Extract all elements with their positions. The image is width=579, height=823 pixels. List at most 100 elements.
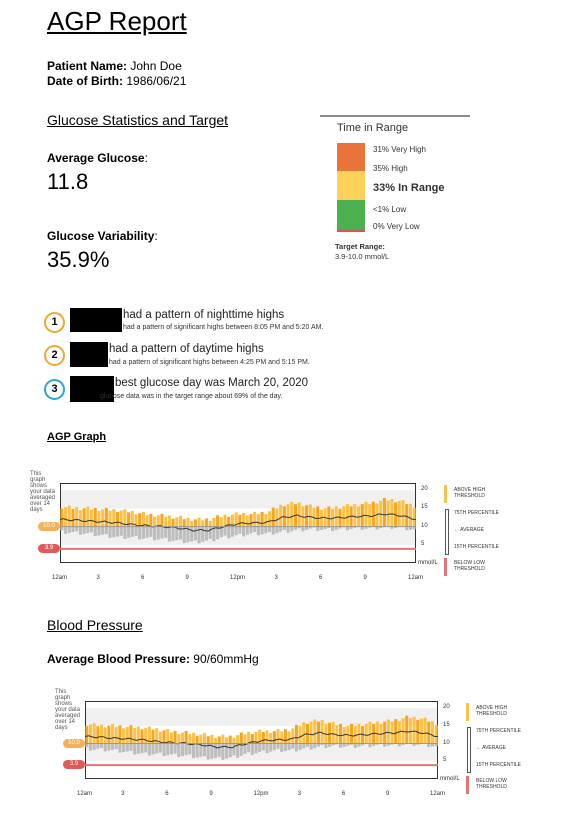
- in-range-bar: [60, 526, 64, 531]
- in-range-bar: [291, 743, 295, 749]
- legend-p15: 15TH PERCENTILE: [476, 762, 522, 768]
- above-high-bar: [327, 506, 331, 527]
- above-high-bar: [364, 723, 368, 744]
- pattern-2-main: had a pattern of daytime highs: [109, 343, 264, 355]
- in-range-bar: [301, 526, 305, 532]
- in-range-bar: [103, 743, 107, 752]
- x-tick: 6: [141, 575, 145, 581]
- above-high-bar: [236, 735, 240, 744]
- pattern-1-sub: had a pattern of significant highs betwe…: [123, 324, 324, 331]
- above-high-bar: [219, 517, 223, 527]
- redaction-2: [70, 342, 108, 367]
- pattern-badge-2: 2: [44, 345, 65, 366]
- above-high-bar: [364, 501, 368, 527]
- x-tick: 12pm: [253, 791, 269, 797]
- legend-average: ← AVERAGE: [476, 745, 506, 751]
- above-high-bar: [375, 721, 379, 744]
- in-range-bar: [427, 743, 431, 747]
- above-high-bar: [423, 717, 427, 744]
- legend-below-low-swatch: [444, 558, 447, 576]
- above-high-bar: [213, 738, 218, 744]
- in-range-bar: [283, 743, 287, 751]
- legend-above-high: ABOVE HIGH THRESHOLD: [454, 487, 486, 499]
- in-range-bar: [129, 743, 133, 751]
- above-high-bar: [256, 514, 260, 527]
- legend-p75: 75TH PERCENTILE: [476, 728, 522, 734]
- x-tick: 12am: [77, 791, 93, 797]
- low-threshold-pill: 3.9: [38, 543, 60, 553]
- in-range-bar: [180, 743, 184, 757]
- in-range-bar: [204, 526, 209, 541]
- above-high-bar: [107, 725, 111, 744]
- above-high-bar: [342, 506, 346, 527]
- x-tick: 12am: [408, 575, 424, 581]
- in-range-bar: [67, 526, 71, 533]
- legend-average: ← AVERAGE: [454, 527, 484, 533]
- above-high-bar: [204, 518, 209, 527]
- in-range-bar: [290, 526, 294, 532]
- in-range-bar: [331, 526, 335, 532]
- above-high-bar: [114, 726, 118, 744]
- above-high-bar: [302, 722, 306, 744]
- tir-very-high: 31% Very High: [373, 145, 426, 154]
- above-high-bar: [309, 721, 313, 744]
- above-high-bar: [108, 510, 112, 527]
- above-high-bar: [427, 721, 431, 744]
- above-high-bar: [408, 503, 412, 527]
- in-range-bar: [169, 743, 173, 755]
- in-range-bar: [111, 743, 115, 750]
- in-range-bar: [225, 743, 229, 759]
- tir-low: <1% Low: [373, 205, 407, 214]
- above-high-bar: [286, 504, 290, 527]
- above-high-bar: [138, 513, 142, 527]
- above-high-bar: [368, 721, 372, 744]
- avg-glucose-label: Average Glucose: [47, 151, 145, 165]
- in-range-bar: [195, 743, 199, 758]
- in-range-bar: [108, 526, 112, 538]
- legend-below-low: BELOW LOW THRESHOLD: [476, 778, 507, 790]
- in-range-bar: [134, 526, 138, 536]
- above-high-bar: [353, 504, 357, 527]
- in-range-bar: [123, 526, 127, 539]
- y-tick: 10: [443, 739, 450, 746]
- above-high-bar: [243, 734, 247, 744]
- above-high-bar: [160, 513, 164, 527]
- above-high-bar: [101, 509, 105, 527]
- above-high-bar: [297, 502, 301, 527]
- tir-bar-very-low: [337, 230, 365, 232]
- above-high-bar: [397, 500, 401, 527]
- above-high-bar: [339, 723, 343, 744]
- in-range-bar: [88, 743, 93, 751]
- in-range-bar: [313, 743, 317, 749]
- bp-value: 90/60mmHg: [193, 652, 259, 666]
- in-range-bar: [127, 526, 131, 538]
- in-range-bar: [339, 743, 343, 748]
- in-range-bar: [282, 526, 286, 531]
- above-high-bar: [269, 732, 273, 744]
- in-range-bar: [319, 526, 323, 530]
- above-high-bar: [249, 513, 253, 527]
- above-high-bar: [405, 715, 409, 744]
- in-range-bar: [118, 743, 122, 753]
- in-range-bar: [213, 743, 218, 758]
- above-high-bar: [308, 504, 312, 527]
- above-high-bar: [334, 506, 338, 527]
- y-tick: 15: [421, 504, 428, 511]
- in-range-bar: [316, 526, 320, 531]
- in-range-bar: [261, 743, 265, 751]
- pattern-3-sub: glucose data was in the target range abo…: [100, 393, 283, 400]
- above-high-bar: [419, 718, 423, 744]
- above-high-bar: [164, 516, 168, 527]
- above-high-bar: [245, 515, 249, 527]
- above-high-bar: [386, 719, 390, 744]
- tir-bar-in-range: [337, 171, 365, 200]
- bp-heading: Blood Pressure: [47, 617, 143, 633]
- tir-target-value: 3.9-10.0 mmol/L: [335, 252, 390, 261]
- above-high-bar: [195, 735, 199, 744]
- above-high-bar: [327, 722, 332, 744]
- y-tick: 15: [443, 721, 450, 728]
- in-range-bar: [188, 743, 192, 755]
- in-range-bar: [173, 743, 177, 754]
- y-unit: mmol/L: [418, 560, 438, 566]
- legend-below-low-swatch: [466, 776, 469, 794]
